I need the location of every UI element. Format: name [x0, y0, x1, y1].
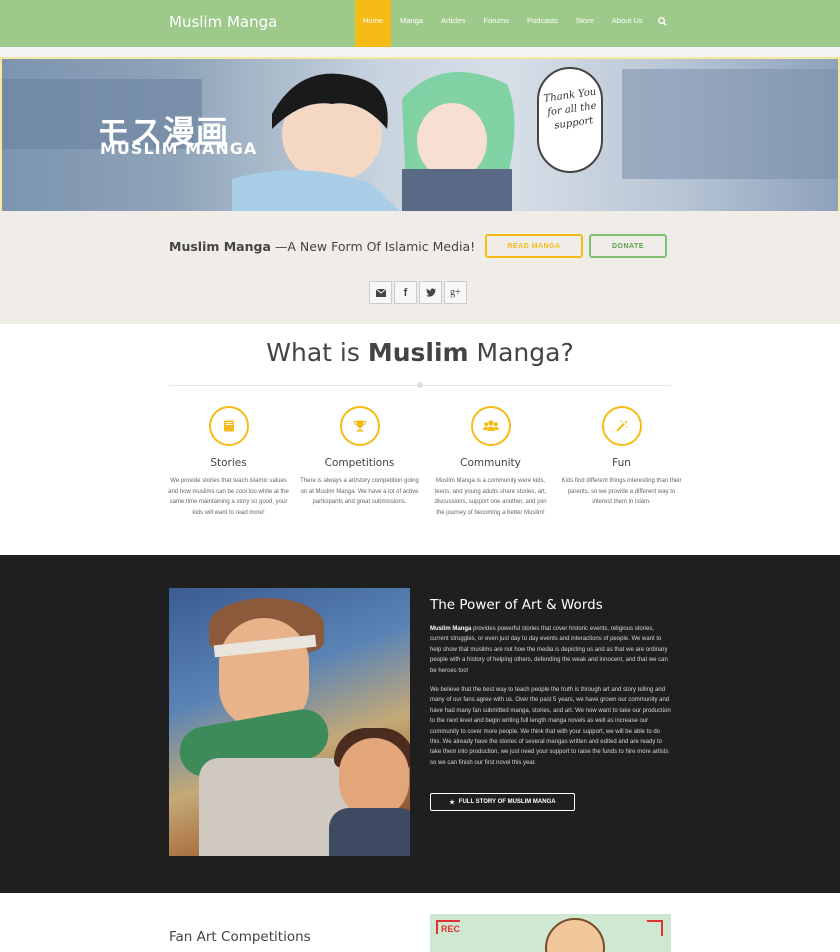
feature-community: Community Muslim Manga is a community we…: [425, 406, 556, 518]
full-story-button[interactable]: ★ FULL STORY OF MUSLIM MANGA: [430, 793, 575, 811]
book-icon: [208, 406, 249, 446]
nav-item-store[interactable]: Store: [567, 0, 603, 47]
art-kid-face: [339, 738, 409, 818]
twitter-icon[interactable]: [419, 281, 442, 304]
google-plus-icon[interactable]: g+: [444, 281, 467, 304]
nav-item-forums[interactable]: Forums: [475, 0, 518, 47]
tagline-brand: Muslim Manga: [169, 239, 271, 254]
power-title: The Power of Art & Words: [430, 597, 603, 613]
nav-item-articles[interactable]: Articles: [432, 0, 475, 47]
feature-text: We provide stories that teach islamic va…: [168, 478, 289, 516]
feature-title: Competitions: [324, 457, 395, 469]
feature-text: Muslim Manga is a community were kids, t…: [434, 478, 547, 516]
magic-wand-icon: [601, 406, 642, 446]
tagline: Muslim Manga —A New Form Of Islamic Medi…: [169, 239, 475, 254]
divider-dot: [417, 382, 423, 388]
power-brand: Muslim Manga: [430, 626, 472, 632]
art-kid-body: [329, 808, 410, 856]
full-story-label: FULL STORY OF MUSLIM MANGA: [458, 799, 556, 805]
site-brand[interactable]: Muslim Manga: [169, 13, 277, 31]
search-icon[interactable]: [652, 0, 674, 42]
tagline-text: —A New Form Of Islamic Media!: [270, 239, 476, 254]
title-pre: What is: [266, 338, 368, 367]
feature-fun: Fun Kids find different things interesti…: [556, 406, 687, 518]
art-body: [199, 758, 349, 856]
nav-item-about-us[interactable]: About Us: [603, 0, 652, 47]
intro-bar: [0, 211, 840, 324]
feature-title: Community: [460, 457, 521, 469]
donate-button[interactable]: DONATE: [589, 234, 667, 258]
nav-item-home[interactable]: Home: [355, 0, 392, 47]
feature-title: Fun: [612, 457, 631, 469]
rec-corner: [647, 920, 663, 936]
power-paragraph-1-text: provides powerful stories that cover his…: [430, 626, 668, 674]
nav-item-manga[interactable]: Manga: [391, 0, 432, 47]
section-title-what-is: What is Muslim Manga?: [0, 338, 840, 367]
rec-label: REC: [436, 920, 461, 934]
feature-competitions: Competitions There is always a art/story…: [294, 406, 425, 518]
hero-banner: モス漫画 MUSLIM MANGA Thank You for all the …: [0, 57, 840, 211]
power-section: [0, 555, 840, 893]
features-row: Stories We provide stories that teach is…: [163, 406, 687, 518]
power-paragraph-1: Muslim Manga provides powerful stories t…: [430, 624, 672, 676]
feature-title: Stories: [210, 457, 247, 469]
read-manga-button[interactable]: READ MANGA: [485, 234, 583, 258]
power-paragraph-2: We believe that the best way to teach pe…: [430, 687, 671, 766]
fan-art-character: [545, 918, 605, 952]
banner-logo-english: MUSLIM MANGA: [100, 139, 258, 158]
feature-text: Kids find different things interesting t…: [561, 478, 682, 505]
facebook-icon[interactable]: f: [394, 281, 417, 304]
manga-artwork: [169, 588, 410, 856]
top-navbar: Muslim Manga Home Manga Articles Forums …: [0, 0, 840, 47]
star-icon: ★: [449, 799, 455, 806]
title-bold: Muslim: [367, 338, 469, 367]
fan-art-thumbnail[interactable]: REC: [430, 914, 671, 952]
speech-bubble-text: Thank You for all the support: [542, 86, 598, 132]
trophy-icon: [339, 406, 380, 446]
envelope-icon[interactable]: [369, 281, 392, 304]
feature-stories: Stories We provide stories that teach is…: [163, 406, 294, 518]
title-post: Manga?: [468, 338, 574, 367]
nav-menu: Home Manga Articles Forums Podcasts Stor…: [355, 0, 674, 47]
fan-art-title: Fan Art Competitions: [169, 929, 311, 945]
nav-spacer: [0, 47, 840, 57]
users-icon: [470, 406, 511, 446]
social-links: f g+: [369, 281, 467, 304]
feature-text: There is always a art/story competition …: [300, 478, 419, 505]
nav-item-podcasts[interactable]: Podcasts: [518, 0, 567, 47]
